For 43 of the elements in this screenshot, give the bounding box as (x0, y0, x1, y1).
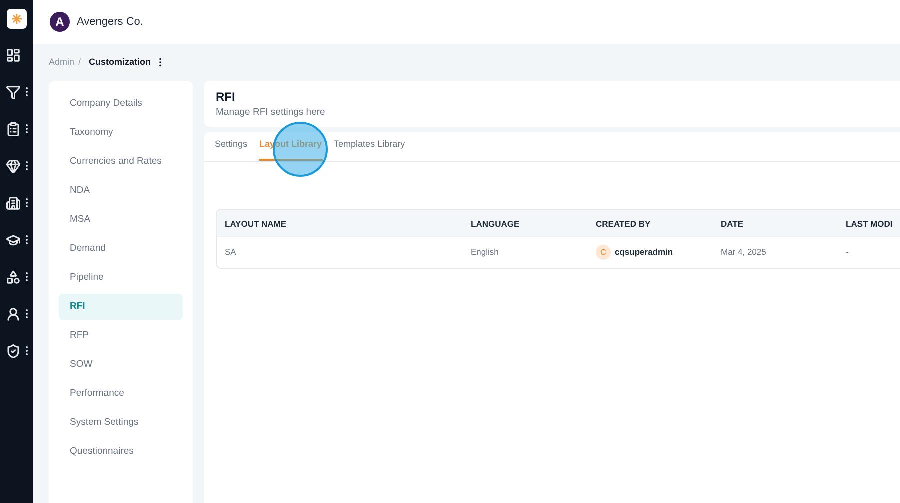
table-cell: Mar 4, 2025 (721, 247, 766, 258)
clipboard-icon[interactable] (6, 122, 21, 136)
breadcrumb-current: Customization (89, 56, 152, 69)
sidebar-item[interactable]: Demand (59, 236, 183, 262)
section-title: RFI (216, 88, 236, 106)
column-header: LAST MODI (846, 219, 893, 229)
user-avatar: C (596, 245, 611, 260)
sidebar-item[interactable]: NDA (59, 178, 183, 204)
sidebar-item[interactable]: System Settings (59, 410, 183, 436)
column-header: LANGUAGE (471, 219, 520, 229)
user-icon[interactable] (6, 306, 21, 322)
tab[interactable]: Settings (214, 131, 249, 161)
table-cell: English (471, 247, 499, 258)
sidebar-item[interactable]: Currencies and Rates (59, 149, 183, 175)
sidebar-item[interactable]: Questionnaires (59, 439, 183, 465)
column-header: LAYOUT NAME (225, 219, 287, 229)
section-subtitle: Manage RFI settings here (216, 106, 326, 120)
app-logo-icon[interactable] (6, 9, 26, 29)
shield-icon[interactable] (6, 344, 21, 358)
table-cell: cqsuperadmin (615, 246, 674, 259)
sidebar-item[interactable]: Performance (59, 381, 183, 407)
company-logo: A (50, 12, 70, 32)
building-icon[interactable] (6, 196, 21, 210)
breadcrumb-link[interactable]: Admin (49, 56, 75, 70)
sidebar-item[interactable]: RFI (59, 294, 183, 320)
sidebar-item[interactable]: Company Details (59, 91, 183, 117)
column-header: CREATED BY (596, 219, 651, 229)
table-cell: SA (225, 247, 236, 258)
filter-icon[interactable] (6, 84, 21, 100)
tab[interactable]: Templates Library (333, 131, 406, 161)
company-name: Avengers Co. (77, 14, 144, 30)
graduation-cap-icon[interactable] (6, 232, 21, 248)
column-header: DATE (721, 219, 744, 229)
shapes-icon[interactable] (6, 270, 21, 284)
sidebar-item[interactable]: RFP (59, 323, 183, 349)
sidebar-item[interactable]: Pipeline (59, 265, 183, 291)
sidebar-item[interactable]: SOW (59, 352, 183, 378)
dashboard-icon[interactable] (6, 48, 21, 62)
table-cell: - (846, 247, 849, 258)
breadcrumb-separator: / (78, 56, 82, 69)
sidebar-item[interactable]: Taxonomy (59, 120, 183, 146)
gem-icon[interactable] (6, 158, 21, 174)
sidebar-item[interactable]: MSA (59, 207, 183, 233)
